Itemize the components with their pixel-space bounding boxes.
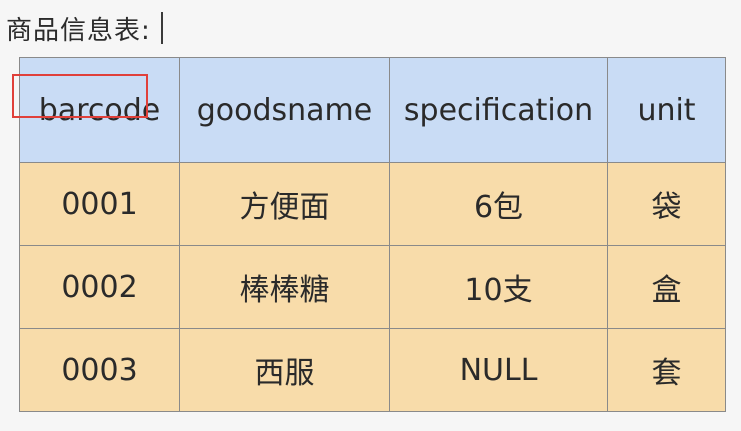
column-header-barcode: barcode [19,57,180,163]
cell-goodsname: 西服 [179,328,390,412]
cell-unit: 袋 [607,162,726,246]
column-header-goodsname: goodsname [179,57,390,163]
table-header-row: barcode goodsname specification unit [19,57,726,163]
cell-barcode: 0002 [19,245,180,329]
title-row: 商品信息表: [6,10,163,46]
table-row: 0003 西服 NULL 套 [19,328,726,412]
cell-specification: NULL [389,328,608,412]
cell-goodsname: 方便面 [179,162,390,246]
column-header-unit: unit [607,57,726,163]
cell-goodsname: 棒棒糖 [179,245,390,329]
cell-barcode: 0001 [19,162,180,246]
cell-specification: 10支 [389,245,608,329]
goods-table: barcode goodsname specification unit 000… [19,57,726,412]
cell-unit: 盒 [607,245,726,329]
table-row: 0002 棒棒糖 10支 盒 [19,245,726,329]
text-cursor [160,12,163,44]
cell-unit: 套 [607,328,726,412]
cell-barcode: 0003 [19,328,180,412]
column-header-specification: specification [389,57,608,163]
page-title: 商品信息表: [6,15,151,46]
table-row: 0001 方便面 6包 袋 [19,162,726,246]
cell-specification: 6包 [389,162,608,246]
